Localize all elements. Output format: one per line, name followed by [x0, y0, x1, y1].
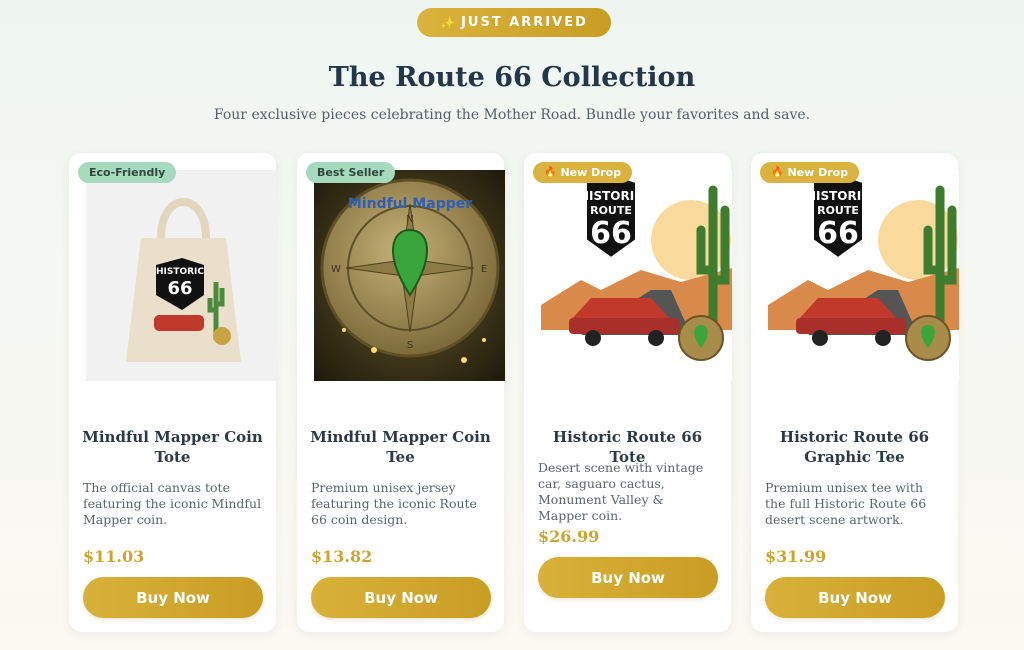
product-title: Historic Route 66 Graphic Tee [779, 428, 930, 466]
product-image[interactable]: HISTORIC ROUTE 66 [768, 170, 959, 381]
product-description: Premium unisex tee with the full Histori… [765, 480, 927, 527]
product-description: The official canvas tote featuring the i… [83, 480, 262, 527]
sign-line1: HISTORIC [579, 189, 643, 203]
route66-scene-image: HISTORIC ROUTE 66 [541, 170, 732, 381]
product-price: $31.99 [765, 547, 827, 566]
sign-number: 66 [167, 278, 192, 299]
just-arrived-pill: ✨ JUST ARRIVED [417, 8, 611, 37]
product-card: Eco-Friendly HISTORIC 66 Mindful Mapper … [69, 153, 277, 632]
product-image[interactable]: Mindful Mapper N E S W [314, 170, 505, 381]
buy-now-button[interactable]: Buy Now [311, 577, 491, 618]
product-price: $13.82 [311, 547, 373, 566]
product-image[interactable]: HISTORIC 66 [86, 170, 277, 381]
product-description: Desert scene with vintage car, saguaro c… [538, 460, 704, 523]
badge-label: New Drop [560, 166, 622, 179]
sign-line1: HISTORIC [806, 189, 870, 203]
product-card: 🔥 New Drop HISTORIC ROUTE 66 Historic Rou… [524, 153, 732, 632]
compass-n: N [406, 214, 413, 225]
product-badge: 🔥 New Drop [760, 162, 860, 183]
sparkles-icon: ✨ [440, 15, 456, 30]
buy-now-button[interactable]: Buy Now [538, 557, 718, 598]
product-card: Best Seller Mindful Mapper N E S W Mindf… [297, 153, 505, 632]
coin-text: Mindful Mapper [348, 196, 472, 212]
compass-w: W [331, 264, 341, 275]
buy-now-button[interactable]: Buy Now [765, 577, 945, 618]
sign-number: 66 [817, 216, 859, 251]
badge-label: Best Seller [317, 166, 385, 179]
sign-line1: HISTORIC [156, 267, 204, 277]
flame-icon: 🔥 [771, 167, 784, 178]
product-description: Premium unisex jersey featuring the icon… [311, 480, 477, 527]
product-title: Mindful Mapper Coin Tee [310, 428, 491, 466]
just-arrived-label: JUST ARRIVED [461, 15, 588, 30]
route66-scene-image: HISTORIC ROUTE 66 [768, 170, 959, 381]
product-image[interactable]: HISTORIC ROUTE 66 [541, 170, 732, 381]
product-price: $11.03 [83, 547, 145, 566]
coin-image: Mindful Mapper N E S W [314, 170, 505, 381]
product-title: Mindful Mapper Coin Tote [82, 428, 263, 466]
page-title: The Route 66 Collection [328, 62, 696, 93]
compass-s: S [407, 340, 413, 351]
product-badge: Eco-Friendly [78, 162, 177, 183]
badge-label: Eco-Friendly [89, 166, 166, 179]
badge-label: New Drop [787, 166, 849, 179]
product-badge: 🔥 New Drop [533, 162, 633, 183]
tote-bag-image: HISTORIC 66 [86, 170, 277, 381]
sign-number: 66 [590, 216, 632, 251]
product-price: $26.99 [538, 527, 600, 546]
page-subtitle: Four exclusive pieces celebrating the Mo… [213, 107, 811, 123]
product-badge: Best Seller [306, 162, 396, 183]
flame-icon: 🔥 [544, 167, 557, 178]
compass-e: E [481, 264, 487, 275]
product-card: 🔥 New Drop HISTORIC ROUTE 66 Historic Rou… [751, 153, 959, 632]
buy-now-button[interactable]: Buy Now [83, 577, 263, 618]
